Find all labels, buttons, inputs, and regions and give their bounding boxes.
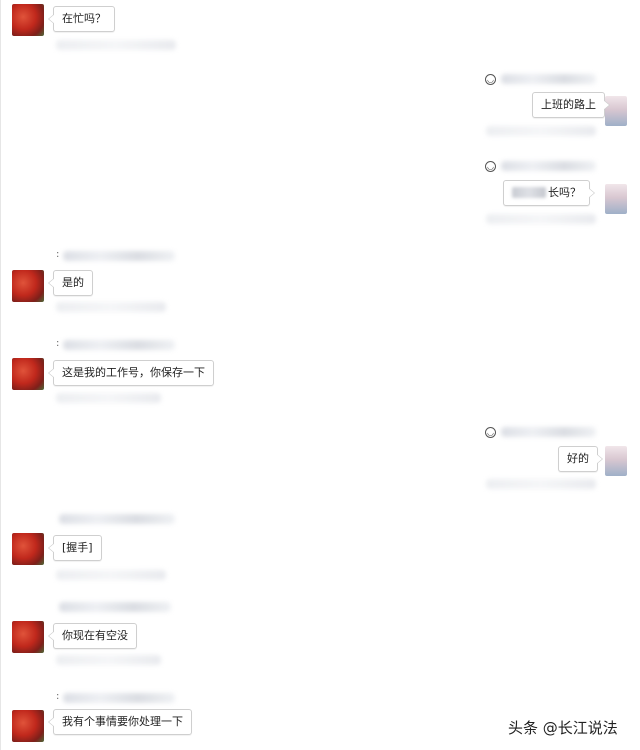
message-bubble[interactable]: 好的 bbox=[558, 446, 603, 472]
sender-avatar[interactable] bbox=[12, 710, 44, 742]
chat-window: 在忙吗？ ◡ 上班的路上 ◡ 长吗？ : 是的 : 这是我的工作号，你保存一下 … bbox=[0, 0, 640, 750]
smiley-icon: ◡ bbox=[485, 74, 496, 85]
separator-mark: : bbox=[56, 249, 60, 260]
redacted-name bbox=[59, 514, 175, 524]
sender-avatar[interactable] bbox=[12, 358, 44, 390]
redacted-name bbox=[63, 340, 175, 350]
redacted-text bbox=[56, 393, 161, 403]
redacted-text bbox=[56, 655, 161, 665]
redacted-text bbox=[56, 40, 176, 50]
message-text: 长吗？ bbox=[548, 186, 581, 199]
redacted-name bbox=[63, 251, 175, 261]
message-bubble[interactable]: 你现在有空没 bbox=[48, 623, 137, 649]
separator-mark: : bbox=[56, 338, 60, 349]
smiley-icon: ◡ bbox=[485, 427, 496, 438]
sender-avatar[interactable] bbox=[12, 4, 44, 36]
receiver-avatar[interactable] bbox=[605, 446, 627, 476]
sender-avatar[interactable] bbox=[12, 621, 44, 653]
message-bubble[interactable]: 上班的路上 bbox=[532, 92, 610, 118]
redacted-name bbox=[501, 427, 596, 437]
watermark: 头条 @长江说法 bbox=[508, 719, 618, 737]
redacted-name bbox=[59, 602, 171, 612]
message-bubble[interactable]: 我有个事情要你处理一下 bbox=[48, 709, 192, 735]
message-bubble[interactable]: [握手] bbox=[48, 535, 102, 561]
message-bubble[interactable]: 在忙吗？ bbox=[48, 6, 115, 32]
redacted-name bbox=[501, 161, 596, 171]
redacted-name bbox=[501, 74, 596, 84]
message-bubble[interactable]: 长吗？ bbox=[503, 180, 595, 206]
message-bubble[interactable]: 这是我的工作号，你保存一下 bbox=[48, 360, 214, 386]
redacted-text bbox=[56, 570, 166, 580]
smiley-icon: ◡ bbox=[485, 161, 496, 172]
redacted-text bbox=[486, 479, 596, 489]
sender-avatar[interactable] bbox=[12, 533, 44, 565]
redacted-name bbox=[63, 693, 175, 703]
sender-avatar[interactable] bbox=[12, 270, 44, 302]
redacted-text bbox=[486, 126, 596, 136]
receiver-avatar[interactable] bbox=[605, 184, 627, 214]
redacted-text bbox=[56, 302, 166, 312]
message-bubble[interactable]: 是的 bbox=[48, 270, 93, 296]
separator-mark: : bbox=[56, 691, 60, 702]
redacted-text bbox=[486, 214, 596, 224]
redacted-word bbox=[512, 187, 546, 198]
